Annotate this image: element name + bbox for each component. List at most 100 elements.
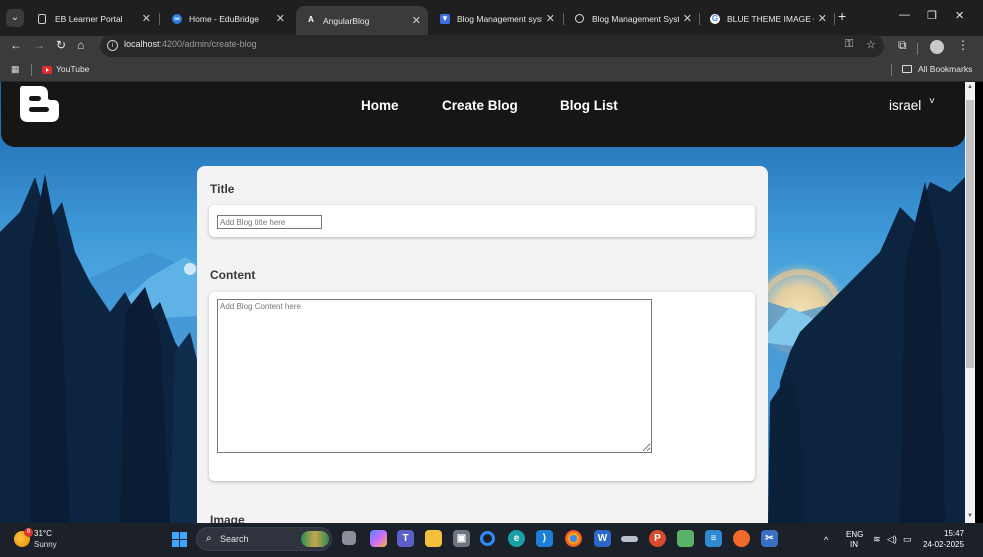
search-icon: ⌕: [206, 533, 212, 544]
extensions-icon[interactable]: ⧉: [898, 38, 907, 53]
content-field-container: [209, 292, 755, 481]
browser-toolbar: ← → ↻ ⌂ i localhost:4200/admin/create-bl…: [0, 35, 983, 58]
edit-icon[interactable]: [621, 536, 638, 542]
tab-separator: [563, 13, 564, 25]
angular-logo-icon: A: [308, 15, 314, 24]
tab-title: Blog Management system: [457, 14, 542, 24]
tab-angularblog[interactable]: A AngularBlog ✕: [296, 6, 428, 36]
window-close-icon[interactable]: ✕: [955, 9, 964, 22]
explorer-icon[interactable]: [425, 530, 442, 547]
wifi-icon[interactable]: ≋: [873, 534, 881, 545]
close-icon[interactable]: ✕: [276, 6, 285, 32]
content-textarea[interactable]: [217, 299, 652, 453]
youtube-icon[interactable]: [42, 66, 52, 74]
search-highlight-icon: [301, 531, 329, 547]
close-icon[interactable]: ✕: [546, 6, 555, 32]
tab-blue-theme-image[interactable]: G BLUE THEME IMAGE OG H ✕: [700, 6, 834, 32]
notepad-icon[interactable]: [677, 530, 694, 547]
tab-title: EB Learner Portal: [55, 14, 123, 24]
tab-title: Blog Management System: [592, 14, 679, 24]
pdf-icon[interactable]: P: [649, 530, 666, 547]
nav-link-create-blog[interactable]: Create Blog: [442, 98, 518, 113]
tab-title: AngularBlog: [323, 16, 370, 26]
tab-eb-learner-portal[interactable]: EB Learner Portal ✕: [28, 6, 158, 32]
folder-icon: [902, 65, 912, 73]
close-icon[interactable]: ✕: [142, 6, 151, 32]
scrollbar-thumb[interactable]: [966, 100, 974, 368]
title-input[interactable]: [217, 215, 322, 229]
language-indicator-bottom[interactable]: IN: [850, 540, 858, 549]
profile-avatar[interactable]: [930, 40, 944, 54]
reload-icon[interactable]: ↻: [56, 38, 66, 52]
more-menu-icon[interactable]: ⋮: [957, 38, 969, 52]
weather-temperature: 31°C: [34, 529, 52, 538]
scroll-down-icon[interactable]: ▼: [966, 513, 974, 521]
blog-icon: ▼: [440, 14, 450, 24]
bookmark-youtube[interactable]: YouTube: [56, 64, 89, 74]
battery-icon[interactable]: ▭: [903, 534, 912, 545]
language-indicator-top[interactable]: ENG: [846, 530, 863, 539]
teams-icon[interactable]: T: [397, 530, 414, 547]
bookmark-star-icon[interactable]: ☆: [866, 38, 876, 51]
notification-badge: 8: [24, 528, 33, 537]
back-icon[interactable]: ←: [10, 38, 22, 52]
chatgpt-icon: [575, 14, 584, 23]
all-bookmarks-button[interactable]: All Bookmarks: [918, 64, 972, 74]
edge-icon[interactable]: e: [508, 530, 525, 547]
tab-separator: [159, 13, 160, 25]
chrome-icon[interactable]: [565, 530, 582, 547]
notes-icon[interactable]: ≡: [705, 530, 722, 547]
page-scrollbar[interactable]: ▲ ▼: [965, 82, 975, 523]
clock-date[interactable]: 24-02-2025: [923, 540, 964, 549]
weather-condition: Sunny: [34, 540, 57, 549]
nav-link-blog-list[interactable]: Blog List: [560, 98, 618, 113]
store-icon[interactable]: ▣: [453, 530, 470, 547]
clock-time[interactable]: 15:47: [944, 529, 964, 538]
user-menu[interactable]: israel: [889, 98, 921, 113]
browser-tab-strip: ⌄ EB Learner Portal ✕ ∞ Home - EduBridge…: [0, 0, 983, 36]
close-icon[interactable]: ✕: [818, 6, 827, 32]
bookmark-divider: [891, 64, 892, 76]
home-icon[interactable]: ⌂: [77, 38, 84, 52]
tab-blog-management-system[interactable]: ▼ Blog Management system ✕: [430, 6, 562, 32]
windows-start-icon[interactable]: [172, 532, 187, 547]
url-text[interactable]: localhost:4200/admin/create-blog: [124, 39, 257, 49]
copilot-icon[interactable]: [370, 530, 387, 547]
tab-search-button[interactable]: ⌄: [6, 9, 24, 27]
chevron-down-icon[interactable]: ˅: [929, 96, 935, 107]
new-tab-button[interactable]: +: [838, 8, 846, 24]
tab-edubridge[interactable]: ∞ Home - EduBridge ✕: [162, 6, 292, 32]
nav-link-home[interactable]: Home: [361, 98, 399, 113]
weather-widget[interactable]: 8 31°C Sunny: [13, 528, 73, 553]
tab-title: Home - EduBridge: [189, 14, 259, 24]
chevron-up-icon[interactable]: ^: [824, 535, 828, 545]
title-field-container: [209, 205, 755, 237]
close-icon[interactable]: ✕: [683, 6, 692, 32]
apps-grid-icon[interactable]: ▦: [11, 64, 21, 74]
taskbar-search[interactable]: ⌕ Search: [196, 527, 332, 551]
content-label: Content: [210, 268, 256, 282]
close-icon[interactable]: ✕: [412, 8, 421, 34]
brave-icon[interactable]: [733, 530, 750, 547]
title-label: Title: [210, 182, 235, 196]
site-info-icon[interactable]: i: [107, 40, 118, 51]
google-icon: G: [710, 14, 720, 24]
forward-icon[interactable]: →: [33, 38, 45, 52]
volume-icon[interactable]: ◁): [887, 534, 897, 545]
address-bar[interactable]: i localhost:4200/admin/create-blog ⚿ ☆: [100, 35, 884, 57]
edubridge-logo-icon: ∞: [172, 14, 182, 24]
word-icon[interactable]: W: [594, 530, 611, 547]
tab-blog-management-system-chatgpt[interactable]: Blog Management System ✕: [565, 6, 699, 32]
snipping-icon[interactable]: ✂: [761, 530, 778, 547]
scroll-up-icon[interactable]: ▲: [966, 84, 974, 92]
minimize-icon[interactable]: —: [899, 9, 910, 21]
windows-taskbar: 8 31°C Sunny ⌕ Search T ▣ e ⟩ W P ≡ ✂ ^ …: [0, 523, 983, 557]
restore-icon[interactable]: ❐: [927, 9, 937, 22]
opera-icon[interactable]: [480, 531, 495, 546]
app-navbar: Home Create Blog Blog List israel ˅: [1, 82, 965, 147]
file-icon[interactable]: [342, 531, 356, 545]
password-key-icon[interactable]: ⚿: [845, 38, 853, 51]
image-label: Image: [210, 513, 245, 523]
vscode-icon[interactable]: ⟩: [536, 530, 553, 547]
blogger-logo-icon[interactable]: [18, 84, 61, 124]
